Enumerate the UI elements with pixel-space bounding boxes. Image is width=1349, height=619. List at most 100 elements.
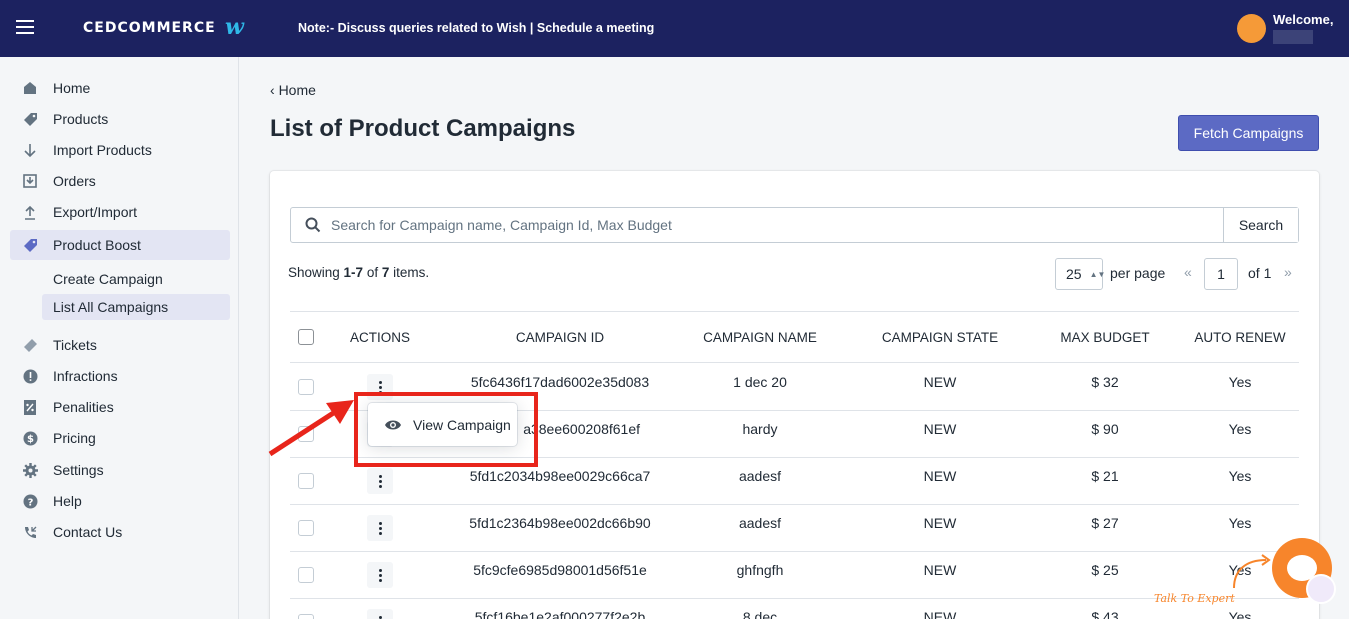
phone-icon (22, 524, 38, 540)
wish-logo-icon: w (225, 14, 244, 40)
more-actions-icon[interactable] (367, 515, 393, 541)
campaign-state-cell: NEW (923, 421, 957, 437)
campaign-id-cell: 5fd1c2364b98ee002dc66b90 (469, 515, 651, 531)
page-number-input[interactable]: 1 (1204, 258, 1238, 290)
auto-renew-cell: Yes (1228, 374, 1252, 390)
campaign-name-cell: 1 dec 20 (733, 374, 787, 390)
sidebar-item-settings[interactable]: Settings (10, 455, 230, 485)
prev-page-button[interactable]: « (1184, 264, 1192, 280)
campaign-name-cell: 8 dec (742, 609, 778, 619)
sidebar-item-help[interactable]: ? Help (10, 486, 230, 516)
sidebar-item-label: Home (53, 80, 91, 96)
sidebar-item-label: Infractions (53, 368, 118, 384)
sidebar-subitem-list-all-campaigns[interactable]: List All Campaigns (42, 294, 230, 320)
user-name-redacted (1273, 30, 1313, 44)
gear-icon (22, 462, 38, 478)
sidebar-item-label: Orders (53, 173, 96, 189)
avatar[interactable] (1237, 14, 1266, 43)
auto-renew-cell: Yes (1228, 515, 1252, 531)
next-page-button[interactable]: » (1284, 264, 1292, 280)
sidebar-item-product-boost[interactable]: Product Boost (10, 230, 230, 260)
row-checkbox[interactable] (298, 520, 314, 536)
showing-count: Showing 1-7 of 7 items. (288, 265, 429, 280)
page-title: List of Product Campaigns (270, 115, 576, 142)
max-budget-cell: $ 25 (1091, 562, 1119, 578)
sidebar-item-import-products[interactable]: Import Products (10, 135, 230, 165)
more-actions-icon[interactable] (367, 562, 393, 588)
highlight-annotation-box (354, 392, 538, 467)
select-all-checkbox[interactable] (298, 329, 314, 345)
ticket-icon (22, 337, 38, 353)
campaign-name-cell: aadesf (738, 468, 782, 484)
arrow-down-icon (22, 142, 38, 158)
sidebar-item-orders[interactable]: Orders (10, 166, 230, 196)
row-checkbox-cell (298, 457, 314, 495)
top-note: Note:- Discuss queries related to Wish |… (298, 21, 654, 35)
column-header: MAX BUDGET (1060, 329, 1150, 345)
sidebar-item-label: Export/Import (53, 204, 138, 220)
schedule-meeting-link[interactable]: Schedule a meeting (537, 21, 654, 35)
upload-icon (22, 204, 38, 220)
more-actions-icon[interactable] (367, 609, 393, 619)
column-header: ACTIONS (350, 329, 411, 345)
row-checkbox-cell (298, 598, 314, 619)
per-page-select[interactable]: 25 ▲▼ (1055, 258, 1105, 290)
sidebar-item-infractions[interactable]: Infractions (10, 361, 230, 391)
chat-avatar-badge[interactable] (1306, 574, 1336, 604)
actions-cell (367, 598, 393, 619)
campaign-name-cell: hardy (742, 421, 778, 437)
max-budget-cell: $ 27 (1091, 515, 1119, 531)
campaign-state-cell: NEW (923, 468, 957, 484)
breadcrumb-home[interactable]: Home (279, 82, 316, 98)
per-page-value: 25 (1066, 266, 1082, 282)
question-icon: ? (22, 493, 38, 509)
sidebar-subitem-create-campaign[interactable]: Create Campaign (42, 266, 230, 292)
fetch-campaigns-button[interactable]: Fetch Campaigns (1178, 115, 1319, 151)
column-header: AUTO RENEW (1194, 329, 1286, 345)
table-row: 5fc9cfe6985d98001d56f51e ghfngfh NEW $ 25 Ye… (290, 551, 1299, 599)
search-input[interactable] (331, 208, 1211, 242)
chevron-left-icon: ‹ (270, 82, 279, 98)
search-bar: Search (290, 207, 1299, 243)
sidebar-item-label: Help (53, 493, 82, 509)
svg-text:?: ? (27, 497, 33, 508)
showing-range: 1-7 (343, 265, 364, 280)
sidebar-item-label: Product Boost (53, 237, 141, 253)
per-page-label: per page (1110, 265, 1166, 281)
column-header: CAMPAIGN ID (515, 329, 605, 345)
max-budget-cell: $ 21 (1091, 468, 1119, 484)
sidebar-item-pricing[interactable]: $ Pricing (10, 423, 230, 453)
row-checkbox[interactable] (298, 614, 314, 619)
sidebar-item-tickets[interactable]: Tickets (10, 330, 230, 360)
row-checkbox[interactable] (298, 567, 314, 583)
home-icon (22, 80, 38, 96)
sidebar-item-penalities[interactable]: Penalities (10, 392, 230, 422)
select-all-checkbox-cell (298, 312, 314, 362)
search-button[interactable]: Search (1223, 208, 1298, 242)
campaign-state-cell: NEW (923, 609, 957, 619)
brand-logo: CEDCOMMERCE (83, 20, 216, 36)
sidebar: Home Products Import Products Orders Exp… (0, 57, 239, 619)
table-row: 5fcf16be1e2af000277f2e2b 8 dec NEW $ 43 Yes (290, 598, 1299, 619)
red-arrow-annotation-icon (268, 400, 354, 457)
campaign-name-cell: ghfngfh (736, 562, 784, 578)
breadcrumb[interactable]: ‹ Home (270, 82, 316, 98)
sidebar-item-products[interactable]: Products (10, 104, 230, 134)
more-actions-icon[interactable] (367, 468, 393, 494)
note-text: Note:- Discuss queries related to Wish | (298, 21, 537, 35)
sidebar-item-contact-us[interactable]: Contact Us (10, 517, 230, 547)
row-checkbox[interactable] (298, 473, 314, 489)
column-header: CAMPAIGN STATE (881, 329, 999, 345)
page-of-label: of 1 (1248, 265, 1272, 281)
sidebar-item-export-import[interactable]: Export/Import (10, 197, 230, 227)
table-row: 5fd1c2364b98ee002dc66b90 aadesf NEW $ 27 Yes (290, 504, 1299, 552)
campaign-state-cell: NEW (923, 515, 957, 531)
max-budget-cell: $ 43 (1091, 609, 1119, 619)
sidebar-item-home[interactable]: Home (10, 73, 230, 103)
sidebar-item-label: Pricing (53, 430, 96, 446)
actions-cell (367, 551, 393, 589)
hamburger-menu-icon[interactable] (16, 20, 34, 34)
auto-renew-cell: Yes (1228, 468, 1252, 484)
campaign-id-cell: 5fcf16be1e2af000277f2e2b (474, 609, 646, 619)
curved-arrow-icon (1233, 554, 1271, 589)
